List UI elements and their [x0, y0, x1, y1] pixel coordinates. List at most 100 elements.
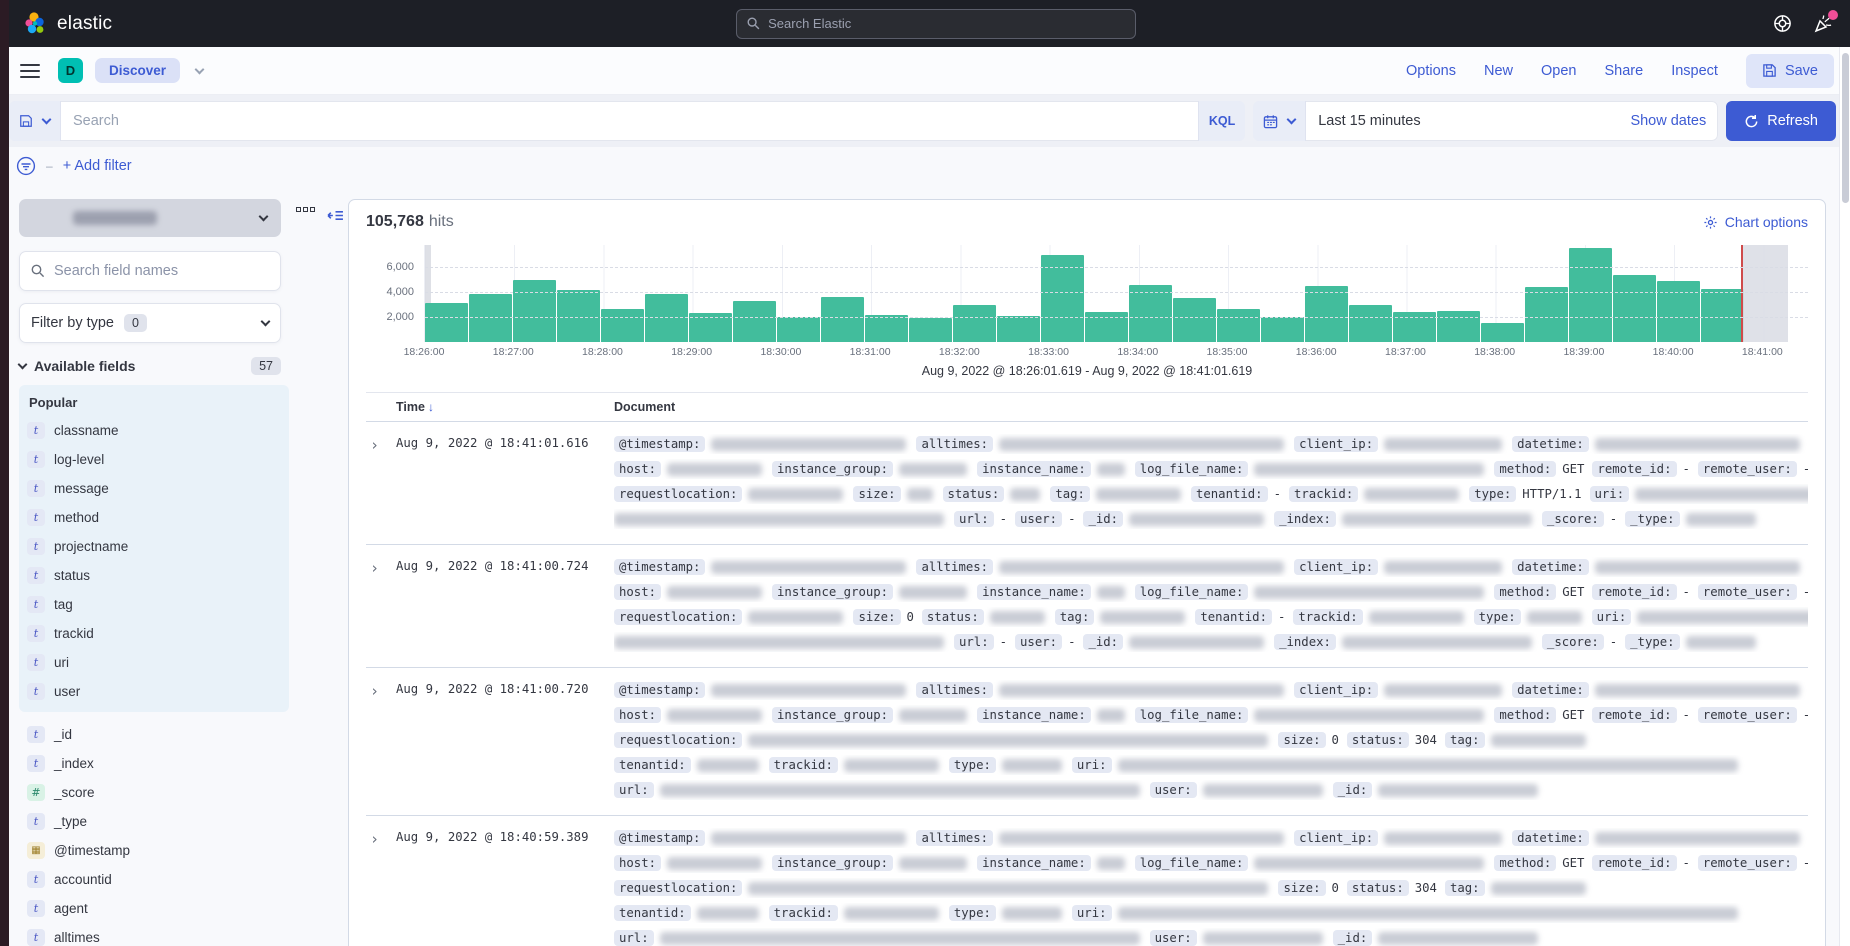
field-_score[interactable]: #_score — [27, 778, 292, 807]
field-settings-icon[interactable] — [296, 207, 315, 212]
search-icon — [31, 264, 45, 278]
nav-link-inspect[interactable]: Inspect — [1671, 63, 1718, 79]
field-message[interactable]: tmessage — [27, 474, 289, 503]
x-tick-label: 18:33:00 — [1028, 346, 1069, 358]
expand-row-button[interactable]: › — [366, 828, 396, 946]
field-status[interactable]: tstatus — [27, 561, 289, 590]
gear-icon — [1703, 215, 1718, 230]
expand-row-button[interactable]: › — [366, 434, 396, 534]
main-content: 105,768 hits Chart options 2,0004,0006,0… — [348, 185, 1850, 946]
field-badge-uri: uri: — [1590, 486, 1630, 502]
scrollbar[interactable] — [1839, 47, 1850, 946]
redacted-value — [711, 832, 906, 845]
collapse-sidebar-icon[interactable] — [327, 207, 344, 224]
redacted-value — [844, 907, 939, 920]
saved-query-menu-button[interactable] — [9, 101, 61, 141]
field-value: - — [1683, 462, 1690, 476]
chevron-down-icon — [259, 212, 269, 222]
available-fields-header[interactable]: Available fields 57 — [19, 357, 281, 375]
filter-menu-icon[interactable] — [16, 156, 36, 176]
field-_index[interactable]: t_index — [27, 749, 292, 778]
breadcrumb-chevron-icon[interactable] — [195, 65, 205, 75]
redacted-value — [1118, 759, 1738, 772]
sort-descending-icon[interactable]: ↓ — [428, 400, 434, 414]
redacted-value — [667, 586, 762, 599]
search-input[interactable] — [61, 113, 1198, 129]
field-tag[interactable]: ttag — [27, 590, 289, 619]
field-badge-_score: _score: — [1542, 511, 1604, 527]
text-type-icon: t — [27, 871, 45, 888]
field-value: - — [1683, 856, 1690, 870]
y-tick-label: 2,000 — [386, 311, 414, 323]
field-badge-tenantid: tenantid: — [614, 757, 691, 773]
field-uri[interactable]: turi — [27, 648, 289, 677]
nav-link-share[interactable]: Share — [1604, 63, 1643, 79]
y-axis: 2,0004,0006,000 — [366, 245, 424, 342]
histogram-bar-18:38:00 — [1481, 323, 1524, 342]
field-projectname[interactable]: tprojectname — [27, 532, 289, 561]
histogram-bar-18:35:30 — [1261, 317, 1304, 342]
field-badge-type: type: — [1469, 486, 1516, 502]
index-pattern-selector[interactable] — [19, 199, 281, 237]
date-type-icon: ▦ — [27, 842, 45, 859]
field-trackid[interactable]: ttrackid — [27, 619, 289, 648]
menu-icon[interactable] — [20, 64, 40, 78]
field-method[interactable]: tmethod — [27, 503, 289, 532]
field-badge-remote_user: remote_user: — [1698, 461, 1797, 477]
refresh-icon — [1744, 114, 1759, 129]
date-quick-menu-button[interactable] — [1253, 101, 1306, 141]
redacted-value — [999, 684, 1284, 697]
breadcrumb[interactable]: Discover — [95, 58, 180, 83]
field-log-level[interactable]: tlog-level — [27, 445, 289, 474]
field-agent[interactable]: tagent — [27, 894, 292, 923]
help-icon[interactable] — [1772, 13, 1794, 35]
field-user[interactable]: tuser — [27, 677, 289, 706]
x-tick-label: 18:26:00 — [404, 346, 445, 358]
date-picker: Last 15 minutes Show dates — [1253, 101, 1718, 141]
space-badge[interactable]: D — [58, 58, 83, 83]
elastic-brand[interactable]: elastic — [24, 12, 112, 36]
expand-row-button[interactable]: › — [366, 680, 396, 805]
field-accountid[interactable]: taccountid — [27, 865, 292, 894]
time-range-value[interactable]: Last 15 minutes — [1306, 113, 1630, 129]
text-type-icon: t — [27, 451, 45, 468]
field-badge-type: type: — [949, 757, 996, 773]
x-tick-label: 18:31:00 — [850, 346, 891, 358]
expand-row-button[interactable]: › — [366, 557, 396, 657]
chart-options-button[interactable]: Chart options — [1703, 214, 1808, 230]
text-type-icon: t — [27, 726, 45, 743]
histogram-plot-area[interactable] — [424, 245, 1808, 342]
add-filter-button[interactable]: + Add filter — [63, 158, 132, 174]
nav-link-open[interactable]: Open — [1541, 63, 1576, 79]
field-name: user — [54, 684, 80, 699]
query-language-button[interactable]: KQL — [1198, 101, 1245, 141]
save-button[interactable]: Save — [1746, 54, 1834, 88]
field-name: uri — [54, 655, 69, 670]
field-_id[interactable]: t_id — [27, 720, 292, 749]
field-badge-_id: _id: — [1083, 634, 1123, 650]
filter-by-type-button[interactable]: Filter by type 0 — [19, 303, 281, 343]
field-alltimes[interactable]: talltimes — [27, 923, 292, 946]
field-badge-tenantid: tenantid: — [1191, 486, 1268, 502]
x-tick-label: 18:36:00 — [1296, 346, 1337, 358]
saved-query-icon — [19, 114, 33, 128]
nav-link-new[interactable]: New — [1484, 63, 1513, 79]
news-feed-icon[interactable] — [1812, 13, 1834, 35]
show-dates-button[interactable]: Show dates — [1630, 113, 1718, 129]
refresh-button[interactable]: Refresh — [1726, 101, 1836, 141]
field-classname[interactable]: tclassname — [27, 416, 289, 445]
field-@timestamp[interactable]: ▦ @timestamp — [27, 836, 292, 865]
global-search-input[interactable]: Search Elastic — [736, 9, 1136, 39]
field-badge-trackid: trackid: — [769, 905, 838, 921]
time-column-header[interactable]: Time↓ — [396, 400, 614, 414]
nav-link-options[interactable]: Options — [1406, 63, 1456, 79]
available-fields-count: 57 — [251, 357, 281, 375]
field-search-input[interactable]: Search field names — [19, 251, 281, 291]
field-value: - — [1000, 635, 1007, 649]
field-name: status — [54, 568, 90, 583]
field-value: - — [1274, 487, 1281, 501]
field-_type[interactable]: t_type — [27, 807, 292, 836]
scrollbar-thumb[interactable] — [1842, 53, 1849, 203]
field-badge-host: host: — [614, 584, 661, 600]
field-name: @timestamp — [54, 843, 130, 858]
